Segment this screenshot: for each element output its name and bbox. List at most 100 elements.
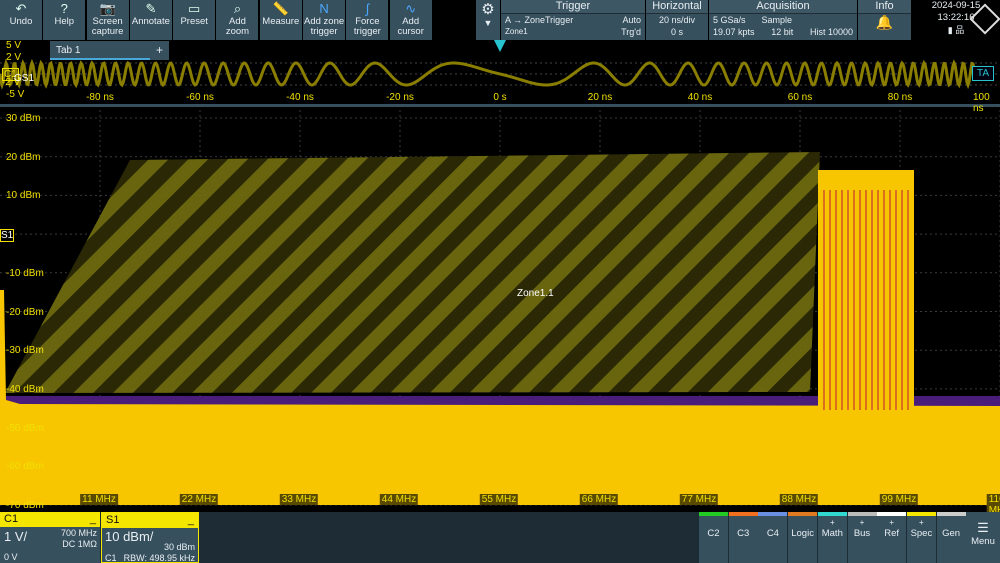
resolution: 12 bit — [771, 27, 794, 37]
volt-label: -5 V — [6, 89, 25, 100]
logic-button[interactable]: Logic — [788, 512, 818, 563]
add-zone-trigger-button[interactable]: N Add zone trigger — [303, 0, 346, 40]
button-label: Annotate — [131, 16, 170, 27]
level-label: -70 dBm — [6, 500, 44, 511]
button-label: C4 — [766, 528, 779, 539]
trigger-zone: Zone1 — [505, 27, 528, 36]
button-label: Undo — [9, 16, 33, 27]
annotate-button[interactable]: ✎ Annotate — [129, 0, 172, 40]
trigger-state: Trg'd — [621, 27, 641, 37]
horizontal-title: Horizontal — [646, 0, 708, 14]
add-zoom-button[interactable]: ⌕ Add zoom — [216, 0, 259, 40]
c2-button[interactable]: C2 — [699, 512, 728, 563]
add-tab-button[interactable]: + — [150, 41, 169, 60]
force-trigger-icon: ∫ — [365, 1, 370, 16]
level-label: -30 dBm — [6, 345, 44, 357]
acquisition-title: Acquisition — [709, 0, 857, 14]
button-label: Spec — [910, 528, 933, 539]
plus-icon — [699, 516, 728, 528]
horizontal-position: 0 s — [670, 27, 683, 37]
trigger-position-marker — [494, 40, 506, 52]
undo-icon: ↶ — [15, 1, 27, 16]
button-label: Help — [54, 16, 75, 27]
level-label: -40 dBm — [6, 383, 44, 395]
undo-button[interactable]: ↶ Undo — [0, 0, 42, 40]
button-label: Measure — [262, 16, 300, 27]
settings-button[interactable]: ⚙ ▼ — [476, 0, 500, 40]
add-cursor-button[interactable]: ∿ Add cursor — [389, 0, 432, 40]
button-label: Bus — [853, 528, 871, 539]
trigger-title: Trigger — [501, 0, 645, 14]
time-label: -40 ns — [286, 92, 314, 103]
c1-signal-card[interactable]: C1 _ 1 V/ 700 MHz DC 1MΩ 0 V — [0, 512, 100, 563]
plus-icon — [788, 516, 817, 528]
sample-rate: 5 GSa/s — [713, 15, 746, 25]
c1-offset: 0 V — [4, 552, 18, 562]
time-label: 40 ns — [687, 92, 713, 103]
c4-button[interactable]: C4 — [758, 512, 788, 563]
math-button[interactable]: + Math — [817, 512, 847, 563]
time-label: 0 s — [493, 92, 507, 103]
frequency-label: 66 MHz — [579, 494, 619, 505]
usb-icon: ▮ — [947, 25, 953, 35]
time-label: -20 ns — [386, 92, 414, 103]
acquisition-panel[interactable]: Acquisition 5 GSa/s Sample 19.07 kpts 12 b… — [709, 0, 857, 40]
s1-ref-marker[interactable]: S1 — [0, 229, 15, 243]
minimize-button[interactable]: _ — [90, 513, 96, 526]
button-label: Preset — [180, 16, 208, 27]
force-trigger-button[interactable]: ∫ Force trigger — [346, 0, 389, 40]
button-label: Gen — [942, 528, 961, 539]
minimize-button[interactable]: _ — [188, 514, 194, 527]
plus-icon: + — [859, 518, 865, 527]
tab-1[interactable]: Tab 1 — [50, 41, 150, 60]
c1-scale: 1 V/ — [4, 529, 28, 544]
time-label: 20 ns — [587, 92, 613, 103]
level-label: -20 dBm — [6, 306, 44, 318]
measure-button[interactable]: 📏 Measure — [259, 0, 302, 40]
acq-mode: Sample — [761, 15, 793, 25]
trigger-panel[interactable]: Trigger A → ZoneTrigger Auto Zone1 Trg'd — [501, 0, 645, 40]
button-label: Add zone trigger — [304, 16, 345, 37]
zone-trigger-icon: N — [319, 1, 329, 16]
network-icon: 品 — [955, 25, 965, 35]
hamburger-icon: ☰ — [977, 520, 989, 535]
volt-label: 2 V — [6, 52, 22, 63]
preset-icon: ▭ — [188, 1, 201, 16]
ref-button[interactable]: + Ref — [877, 512, 907, 563]
button-label: Screen capture — [91, 16, 124, 37]
preset-button[interactable]: ▭ Preset — [173, 0, 216, 40]
waveform-c1[interactable]: 5 V2 V -2 V -5 V -80 ns -60 ns -40 ns -20 ns 0 … — [0, 40, 1000, 114]
button-label: C2 — [707, 528, 720, 539]
level-label: 10 dBm — [6, 190, 41, 202]
spec-button[interactable]: + Spec — [906, 512, 936, 563]
signal-burst — [818, 170, 914, 410]
s1-rbw: RBW: 498.95 kHz — [123, 553, 195, 563]
c1-bandwidth: 700 MHz — [60, 528, 97, 538]
menu-button[interactable]: ☰ Menu — [966, 512, 1000, 563]
frequency-label: 11 MHz — [80, 494, 118, 505]
screen-capture-button[interactable]: 📷 Screen capture — [86, 0, 129, 40]
frequency-label: 77 MHz — [679, 494, 719, 505]
spectrum-diagram[interactable]: 30 dBm 20 dBm 10 dBm S1 -10 dBm -20 dBm -30 dB… — [0, 110, 1000, 516]
c1-name: C1 — [4, 513, 19, 525]
dropdown-icon: ▼ — [483, 18, 493, 28]
frequency-label: 88 MHz — [779, 494, 819, 505]
info-title: Info — [858, 0, 911, 14]
button-label: Force trigger — [353, 16, 381, 37]
s1-signal-card[interactable]: S1 _ 10 dBm/ 30 dBm C1 RBW: 498.95 kHz — [101, 512, 199, 563]
volt-label: 5 V — [6, 40, 22, 51]
trigger-level-marker[interactable]: TA — [972, 66, 995, 81]
c1-coupling: DC 1MΩ — [62, 539, 97, 549]
gen-button[interactable]: Gen — [936, 512, 966, 563]
s1-name: S1 — [106, 514, 120, 526]
trigger-zone[interactable] — [5, 152, 820, 393]
help-button[interactable]: ? Help — [43, 0, 86, 40]
time-label: -80 ns — [86, 92, 114, 103]
datetime: 2024-09-15 13:22:16 ▮ 品 — [912, 0, 1000, 40]
info-panel[interactable]: Info 🔔 — [858, 0, 911, 40]
time-label: 60 ns — [787, 92, 813, 103]
frequency-label: 99 MHz — [879, 494, 919, 505]
bus-button[interactable]: + Bus — [847, 512, 877, 563]
horizontal-panel[interactable]: Horizontal 20 ns/div 0 s — [646, 0, 708, 40]
c3-button[interactable]: C3 — [728, 512, 758, 563]
